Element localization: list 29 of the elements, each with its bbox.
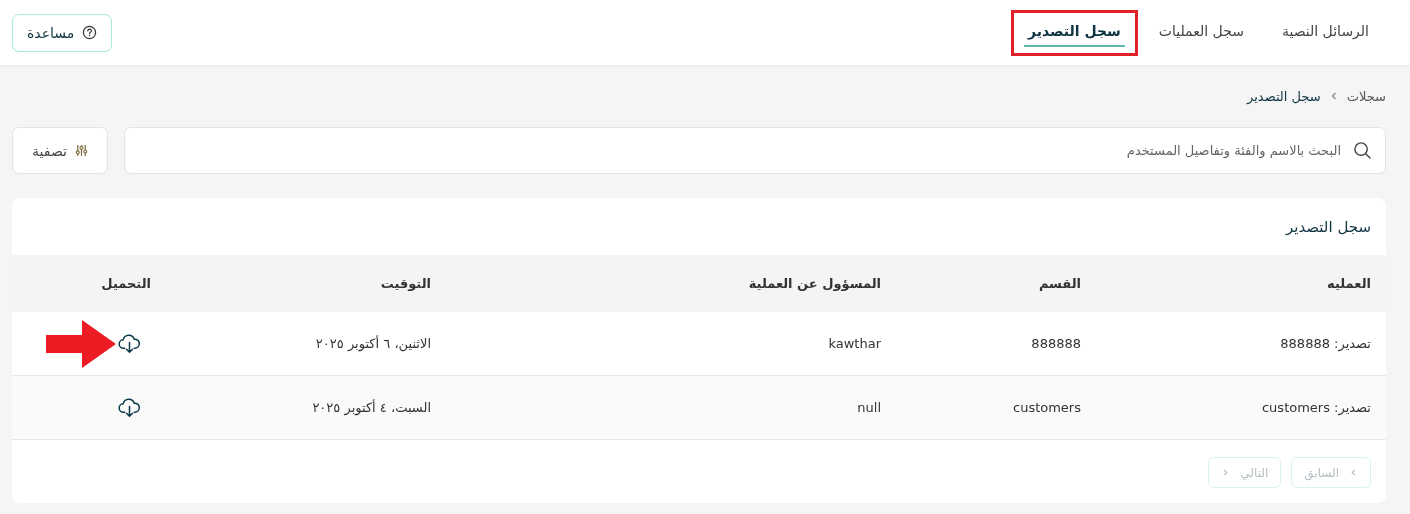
table-cell: تصدير: 888888: [1280, 336, 1371, 351]
help-icon: [82, 25, 98, 40]
nav-tab[interactable]: سجل التصدير: [1023, 18, 1125, 47]
help-button[interactable]: مساعدة: [12, 13, 113, 52]
breadcrumb-current: سجل التصدير: [1247, 88, 1321, 104]
table-cell: customers: [1013, 400, 1081, 415]
column-header: القسم: [1038, 276, 1081, 291]
table-cell: الاثنين، ٦ أكتوبر ٢٠٢٥: [315, 336, 431, 351]
column-header: العمليه: [1327, 276, 1371, 291]
column-header: التحميل: [101, 276, 151, 291]
chevron-icon: [1221, 468, 1231, 477]
table-cell: kawthar: [828, 336, 881, 351]
cloud-download-icon[interactable]: [118, 397, 141, 418]
table-cell: السبت، ٤ أكتوبر ٢٠٢٥: [312, 400, 431, 415]
search-field[interactable]: البحث بالاسم والفئة وتفاصيل المستخدم: [124, 127, 1386, 174]
chevron-icon: [1349, 468, 1358, 477]
breadcrumb-link[interactable]: سجلات: [1346, 88, 1386, 104]
column-header: المسؤول عن العملية: [748, 276, 881, 291]
filter-button[interactable]: تصفية: [12, 127, 108, 174]
card-title: سجل التصدير: [1284, 216, 1372, 238]
search-icon: [1353, 141, 1372, 160]
sliders-icon: [74, 144, 88, 157]
table-cell: null: [857, 400, 881, 415]
cloud-download-icon[interactable]: [118, 333, 141, 354]
column-header: التوقيت: [380, 276, 431, 291]
table-cell: 888888: [1031, 336, 1081, 351]
table-cell: تصدير: customers: [1261, 400, 1371, 415]
nav-tab[interactable]: الرسائل النصية: [1277, 18, 1373, 47]
nav-tab[interactable]: سجل العمليات: [1154, 18, 1248, 47]
